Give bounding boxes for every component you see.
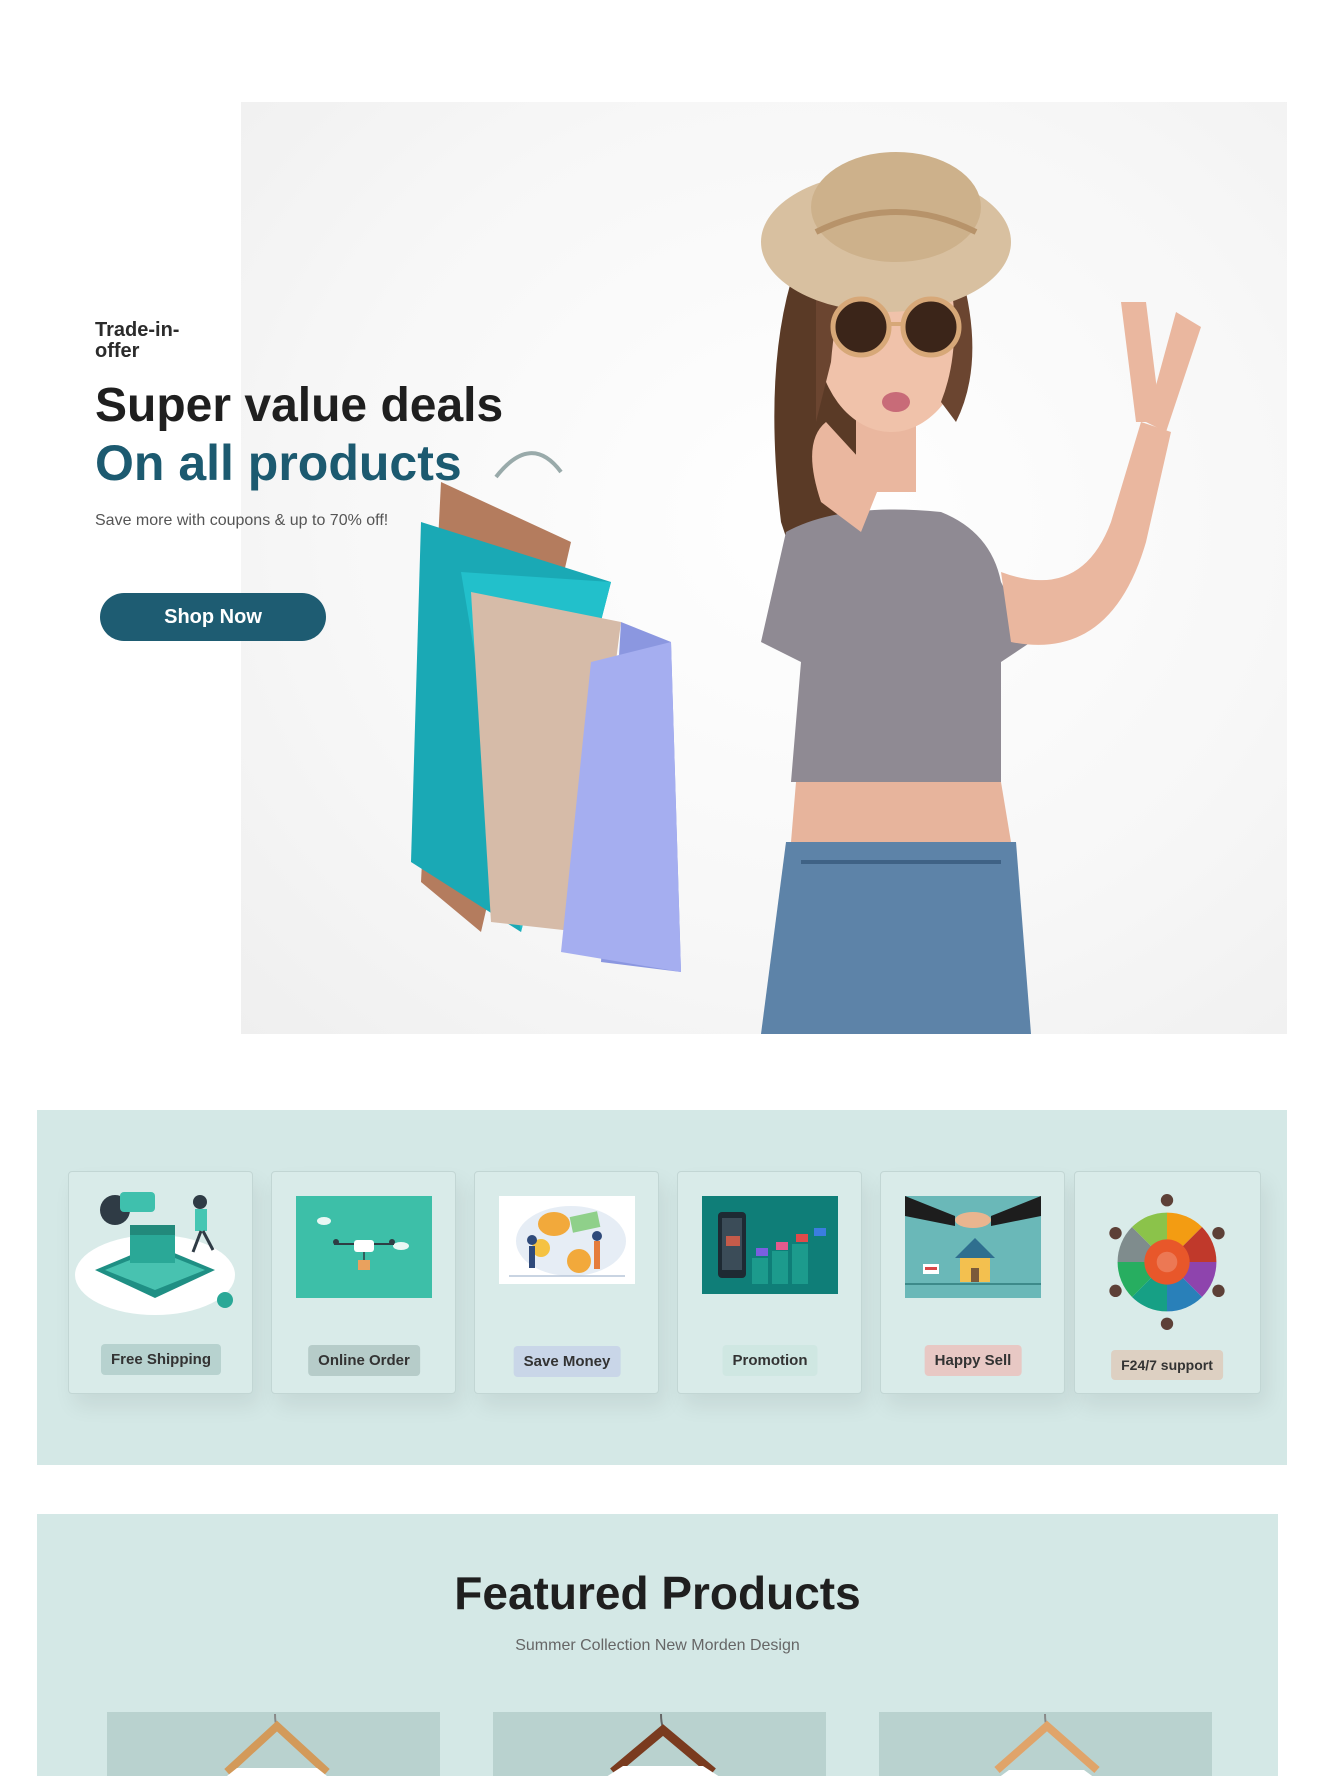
feature-label: Save Money	[513, 1346, 621, 1377]
featured-products-section: Featured Products Summer Collection New …	[37, 1514, 1278, 1776]
feature-card-online-order[interactable]: Online Order	[271, 1171, 456, 1394]
hero-text: Trade-in-offer Super value deals On all …	[95, 320, 615, 530]
feature-label: Promotion	[722, 1345, 818, 1376]
features-section: Free Shipping Online Order Save Money Pr…	[37, 1110, 1287, 1465]
save-money-illustration	[499, 1196, 635, 1284]
feature-card-support[interactable]: F24/7 support	[1074, 1171, 1261, 1394]
hero-subtitle: Save more with coupons & up to 70% off!	[95, 512, 389, 529]
feature-card-happy-sell[interactable]: Happy Sell	[880, 1171, 1065, 1394]
promotion-illustration	[702, 1196, 838, 1294]
feature-card-promotion[interactable]: Promotion	[677, 1171, 862, 1394]
feature-label: Free Shipping	[100, 1344, 222, 1375]
product-card[interactable]	[493, 1712, 826, 1776]
shop-now-button[interactable]: Shop Now	[100, 593, 326, 641]
handshake-house-illustration	[905, 1196, 1041, 1298]
product-image	[107, 1712, 440, 1776]
feature-card-save-money[interactable]: Save Money	[474, 1171, 659, 1394]
drone-delivery-illustration	[296, 1196, 432, 1298]
section-subtitle: Summer Collection New Morden Design	[515, 1637, 800, 1654]
hero-headline-accent: On all products	[95, 435, 462, 491]
feature-card-free-shipping[interactable]: Free Shipping	[68, 1171, 253, 1394]
hero-tag: Trade-in-offer	[95, 319, 180, 362]
product-card[interactable]	[879, 1712, 1212, 1776]
hero-banner	[241, 102, 1287, 1034]
shopping-woman-image	[411, 152, 1201, 1034]
product-image	[493, 1712, 826, 1776]
product-card[interactable]	[107, 1712, 440, 1776]
hero-headline: Super value deals	[95, 379, 504, 432]
free-shipping-illustration	[75, 1192, 235, 1315]
product-image	[879, 1712, 1212, 1776]
support-circle-illustration	[1109, 1194, 1225, 1330]
feature-label: Online Order	[308, 1345, 420, 1376]
feature-label: F24/7 support	[1111, 1350, 1223, 1380]
section-title: Featured Products	[454, 1567, 861, 1619]
feature-label: Happy Sell	[924, 1345, 1022, 1376]
